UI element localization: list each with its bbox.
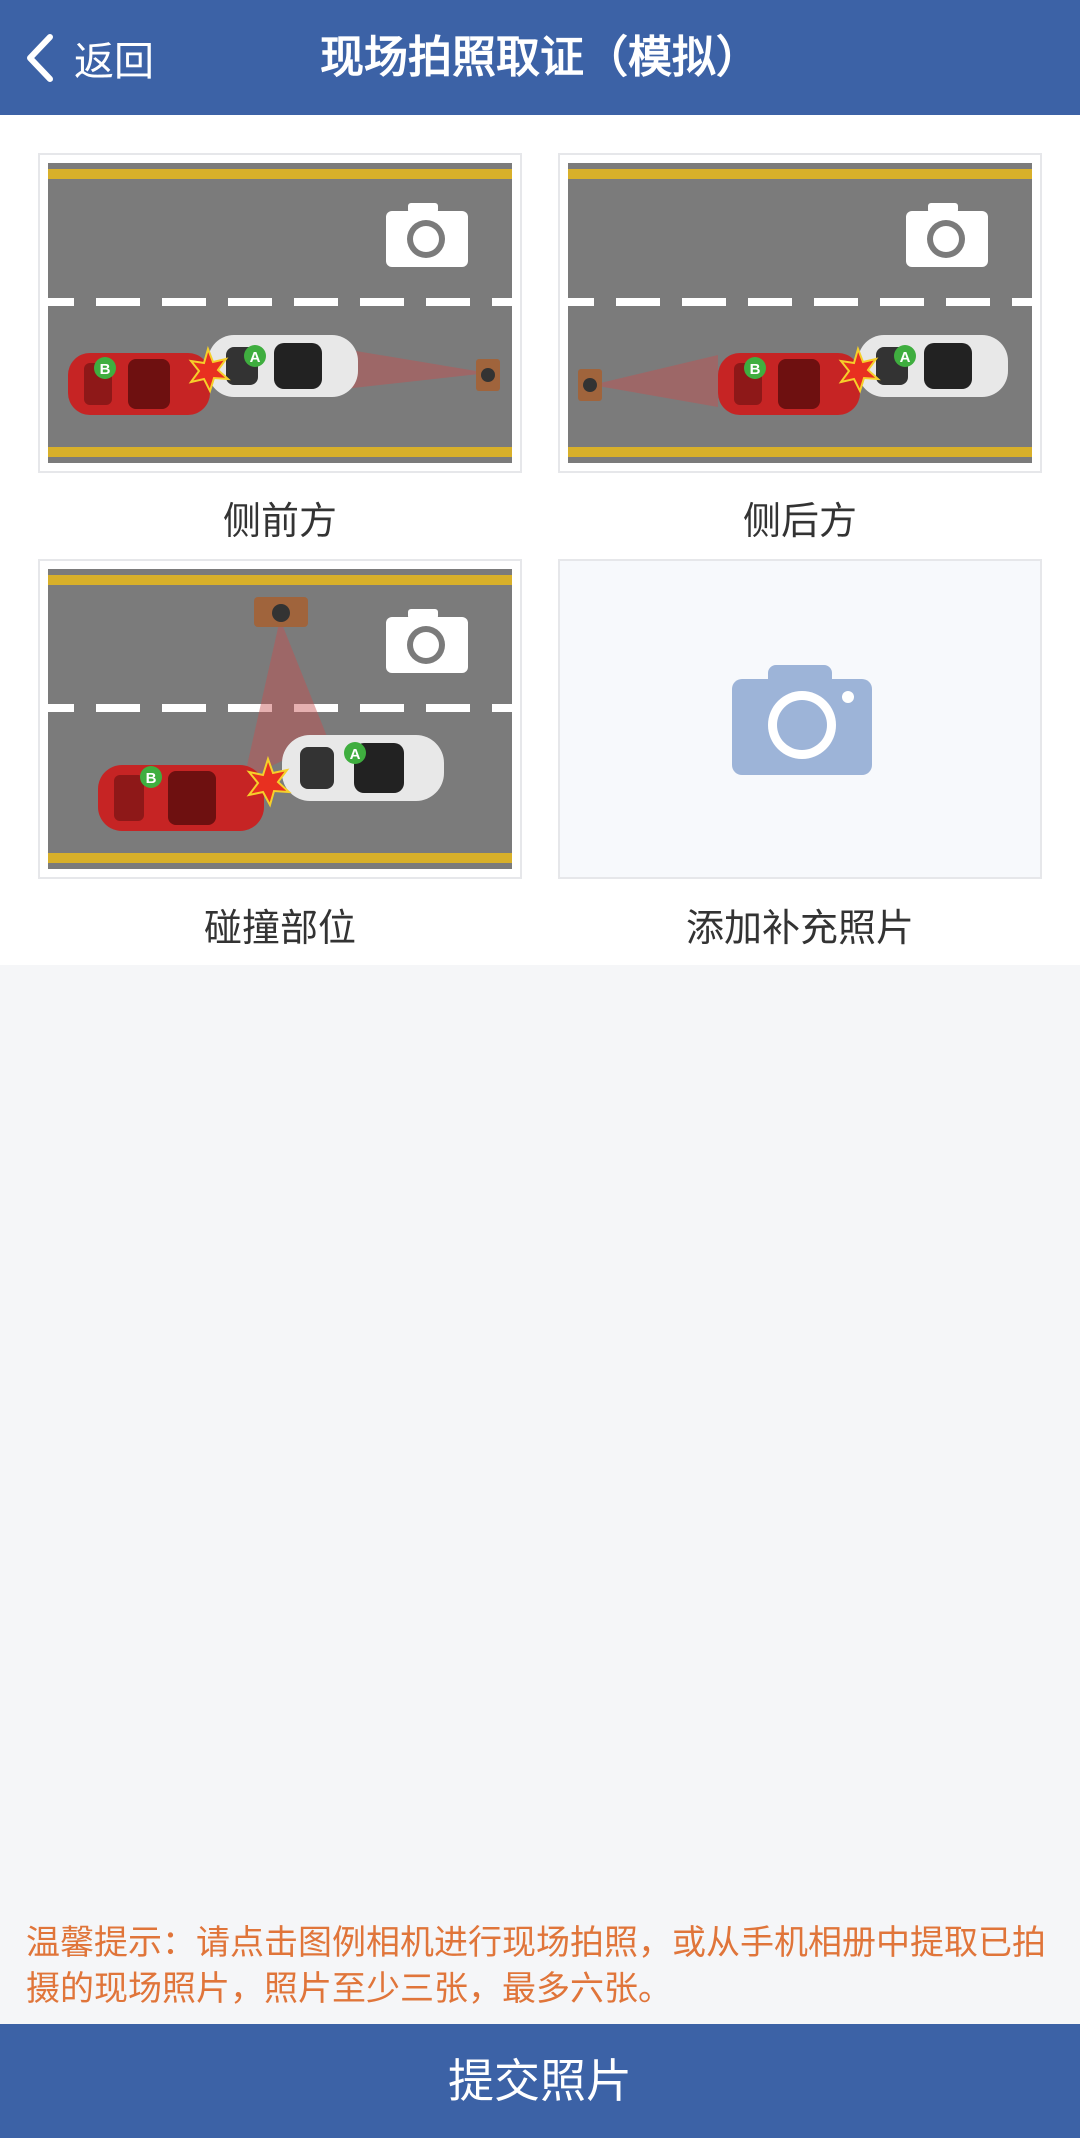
top-bar: 返回 现场拍照取证（模拟） [0, 0, 1080, 115]
photo-slot-collision-point[interactable]: A B [38, 559, 522, 879]
car-a [858, 335, 1008, 397]
collision-point-example-image: A B [48, 569, 512, 869]
car-a-label: A [900, 349, 911, 366]
photo-slot-front-side[interactable]: A B [38, 153, 522, 473]
caption-front-side: 侧前方 [222, 499, 337, 543]
page-title: 现场拍照取证（模拟） [320, 32, 760, 83]
rear-side-example-image: A B [568, 163, 1032, 463]
photo-slot-rear-side[interactable]: A B [558, 153, 1042, 473]
car-b [718, 353, 860, 415]
submit-button[interactable]: 提交照片 [0, 2024, 1080, 2138]
car-a-label: A [350, 746, 361, 763]
camera-icon[interactable] [386, 609, 468, 673]
car-b-label: B [146, 770, 157, 787]
camera-icon[interactable] [906, 203, 988, 267]
camera-icon [732, 665, 872, 775]
photo-grid: A B 侧前方 A B 侧后方 A B 碰撞部位 添加补充照片 [0, 115, 1080, 965]
caption-add-photo: 添加补充照片 [685, 906, 914, 950]
car-b [68, 353, 210, 415]
car-a-label: A [250, 349, 261, 366]
small-camera-icon [254, 597, 308, 627]
car-a [208, 335, 358, 397]
small-camera-icon [476, 359, 500, 391]
camera-icon[interactable] [386, 203, 468, 267]
tip-text: 温馨提示：请点击图例相机进行现场拍照，或从手机相册中提取已拍摄的现场照片，照片至… [26, 1923, 1046, 2009]
caption-collision-point: 碰撞部位 [203, 906, 356, 950]
caption-rear-side: 侧后方 [742, 499, 857, 543]
add-photo-button[interactable] [558, 559, 1042, 879]
small-camera-icon [578, 369, 602, 401]
car-b-label: B [750, 361, 761, 378]
car-a [282, 735, 444, 801]
car-b-label: B [100, 361, 111, 378]
front-side-example-image: A B [48, 163, 512, 463]
car-b [98, 765, 264, 831]
